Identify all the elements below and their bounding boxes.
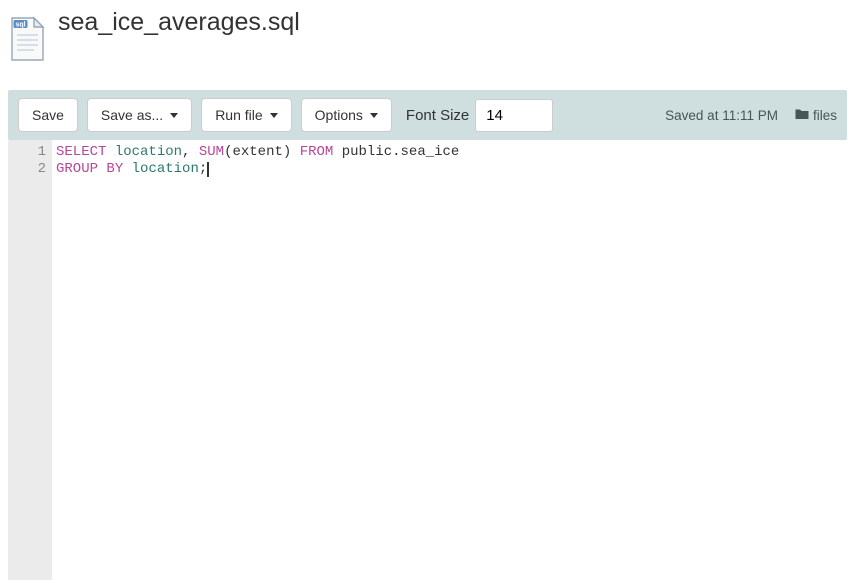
caret-down-icon <box>270 113 278 118</box>
code-line[interactable]: GROUP BY location; <box>56 161 847 178</box>
options-button-label: Options <box>315 107 363 123</box>
code-token: BY <box>106 161 123 177</box>
save-as-button[interactable]: Save as... <box>87 98 192 132</box>
code-token: location <box>132 161 199 177</box>
code-line[interactable]: SELECT location, SUM(extent) FROM public… <box>56 144 847 161</box>
font-size-input[interactable] <box>475 99 553 132</box>
run-file-button-label: Run file <box>215 107 262 123</box>
saved-status: Saved at 11:11 PM <box>665 108 778 123</box>
toolbar: Save Save as... Run file Options Font Si… <box>8 90 847 140</box>
code-token: SUM <box>199 144 224 160</box>
options-button[interactable]: Options <box>301 98 392 132</box>
caret-down-icon <box>370 113 378 118</box>
save-button-label: Save <box>32 107 64 123</box>
files-link-label: files <box>813 108 837 123</box>
code-token: location <box>115 144 182 160</box>
code-token: public.sea_ice <box>333 144 459 160</box>
header-bar: sql sea_ice_averages.sql <box>0 0 855 90</box>
code-token: SELECT <box>56 144 106 160</box>
save-button[interactable]: Save <box>18 98 78 132</box>
code-token: , <box>182 144 199 160</box>
code-token <box>123 161 131 177</box>
files-link[interactable]: files <box>795 108 837 123</box>
code-area[interactable]: SELECT location, SUM(extent) FROM public… <box>52 140 847 580</box>
code-token: GROUP <box>56 161 98 177</box>
code-editor[interactable]: 12 SELECT location, SUM(extent) FROM pub… <box>8 140 847 580</box>
sql-file-icon: sql <box>8 16 46 62</box>
code-token: FROM <box>300 144 334 160</box>
page-title: sea_ice_averages.sql <box>58 8 300 37</box>
svg-text:sql: sql <box>15 22 25 29</box>
code-token: ; <box>199 161 207 177</box>
folder-icon <box>795 108 809 123</box>
gutter: 12 <box>8 140 52 580</box>
font-size-label: Font Size <box>406 107 469 124</box>
caret-down-icon <box>170 113 178 118</box>
run-file-button[interactable]: Run file <box>201 98 291 132</box>
save-as-button-label: Save as... <box>101 107 163 123</box>
text-cursor <box>207 162 209 177</box>
code-token: (extent) <box>224 144 300 160</box>
line-number: 2 <box>8 161 46 178</box>
font-size-group: Font Size <box>406 99 553 132</box>
code-token <box>106 144 114 160</box>
line-number: 1 <box>8 144 46 161</box>
